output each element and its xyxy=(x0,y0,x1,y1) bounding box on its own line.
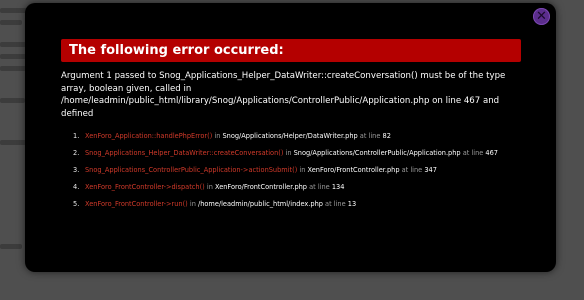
trace-line-number: 82 xyxy=(382,132,391,140)
trace-at-text: at line xyxy=(307,183,332,191)
trace-function: XenForo_Application::handlePhpError() xyxy=(85,132,213,140)
trace-function: Snog_Applications_ControllerPublic_Appli… xyxy=(85,166,298,174)
trace-line-number: 467 xyxy=(485,149,499,157)
trace-number: 1. xyxy=(73,132,80,140)
trace-file-path: Snog/Applications/Helper/DataWriter.php xyxy=(222,132,358,140)
trace-at-text: at line xyxy=(357,132,383,140)
stack-trace-item: 2. Snog_Applications_Helper_DataWriter::c… xyxy=(61,145,531,162)
error-title: The following error occurred: xyxy=(69,43,284,58)
stack-trace-item: 4. XenForo_FrontController->dispatch() in… xyxy=(61,179,531,196)
trace-in-text: in xyxy=(187,200,198,208)
close-icon: ✕ xyxy=(536,9,547,24)
trace-number: 4. xyxy=(73,183,80,191)
trace-number: 2. xyxy=(73,149,80,157)
trace-function: XenForo_FrontController->run() xyxy=(85,200,188,208)
trace-in-text: in xyxy=(212,132,223,140)
trace-at-text: at line xyxy=(399,166,425,174)
stack-trace-item: 3. Snog_Applications_ControllerPublic_App… xyxy=(61,162,531,179)
trace-in-text: in xyxy=(297,166,308,174)
stack-trace-item: 1. XenForo_Application::handlePhpError() … xyxy=(61,128,531,145)
close-button[interactable]: ✕ xyxy=(533,8,550,25)
trace-line-number: 13 xyxy=(347,200,357,208)
error-message: Argument 1 passed to Snog_Applications_H… xyxy=(61,71,506,119)
background-text-line xyxy=(0,54,28,59)
trace-line-number: 134 xyxy=(331,183,345,191)
background-text-line xyxy=(0,244,22,249)
trace-file-path: Snog/Applications/ControllerPublic/Appli… xyxy=(293,149,461,157)
background-text-line xyxy=(0,98,25,103)
trace-number: 3. xyxy=(73,166,80,174)
trace-in-text: in xyxy=(204,183,215,191)
trace-function: Snog_Applications_Helper_DataWriter::cre… xyxy=(85,149,284,157)
trace-at-text: at line xyxy=(322,200,348,208)
background-text-line xyxy=(0,20,22,25)
background-text-line xyxy=(0,66,26,71)
trace-line-number: 347 xyxy=(424,166,437,174)
error-header: The following error occurred: xyxy=(61,39,521,62)
trace-file-path: XenForo/FrontController.php xyxy=(214,183,307,191)
trace-file-path: XenForo/FrontController.php xyxy=(307,166,400,174)
stack-trace-item: 5. XenForo_FrontController->run() in /hom… xyxy=(61,196,531,213)
trace-at-text: at line xyxy=(460,149,486,157)
trace-in-text: in xyxy=(283,149,294,157)
trace-number: 5. xyxy=(73,200,80,208)
trace-function: XenForo_FrontController->dispatch() xyxy=(85,183,205,191)
stack-trace: 1. XenForo_Application::handlePhpError() … xyxy=(61,128,531,213)
trace-file-path: /home/leadmin/public_html/index.php xyxy=(197,200,323,208)
